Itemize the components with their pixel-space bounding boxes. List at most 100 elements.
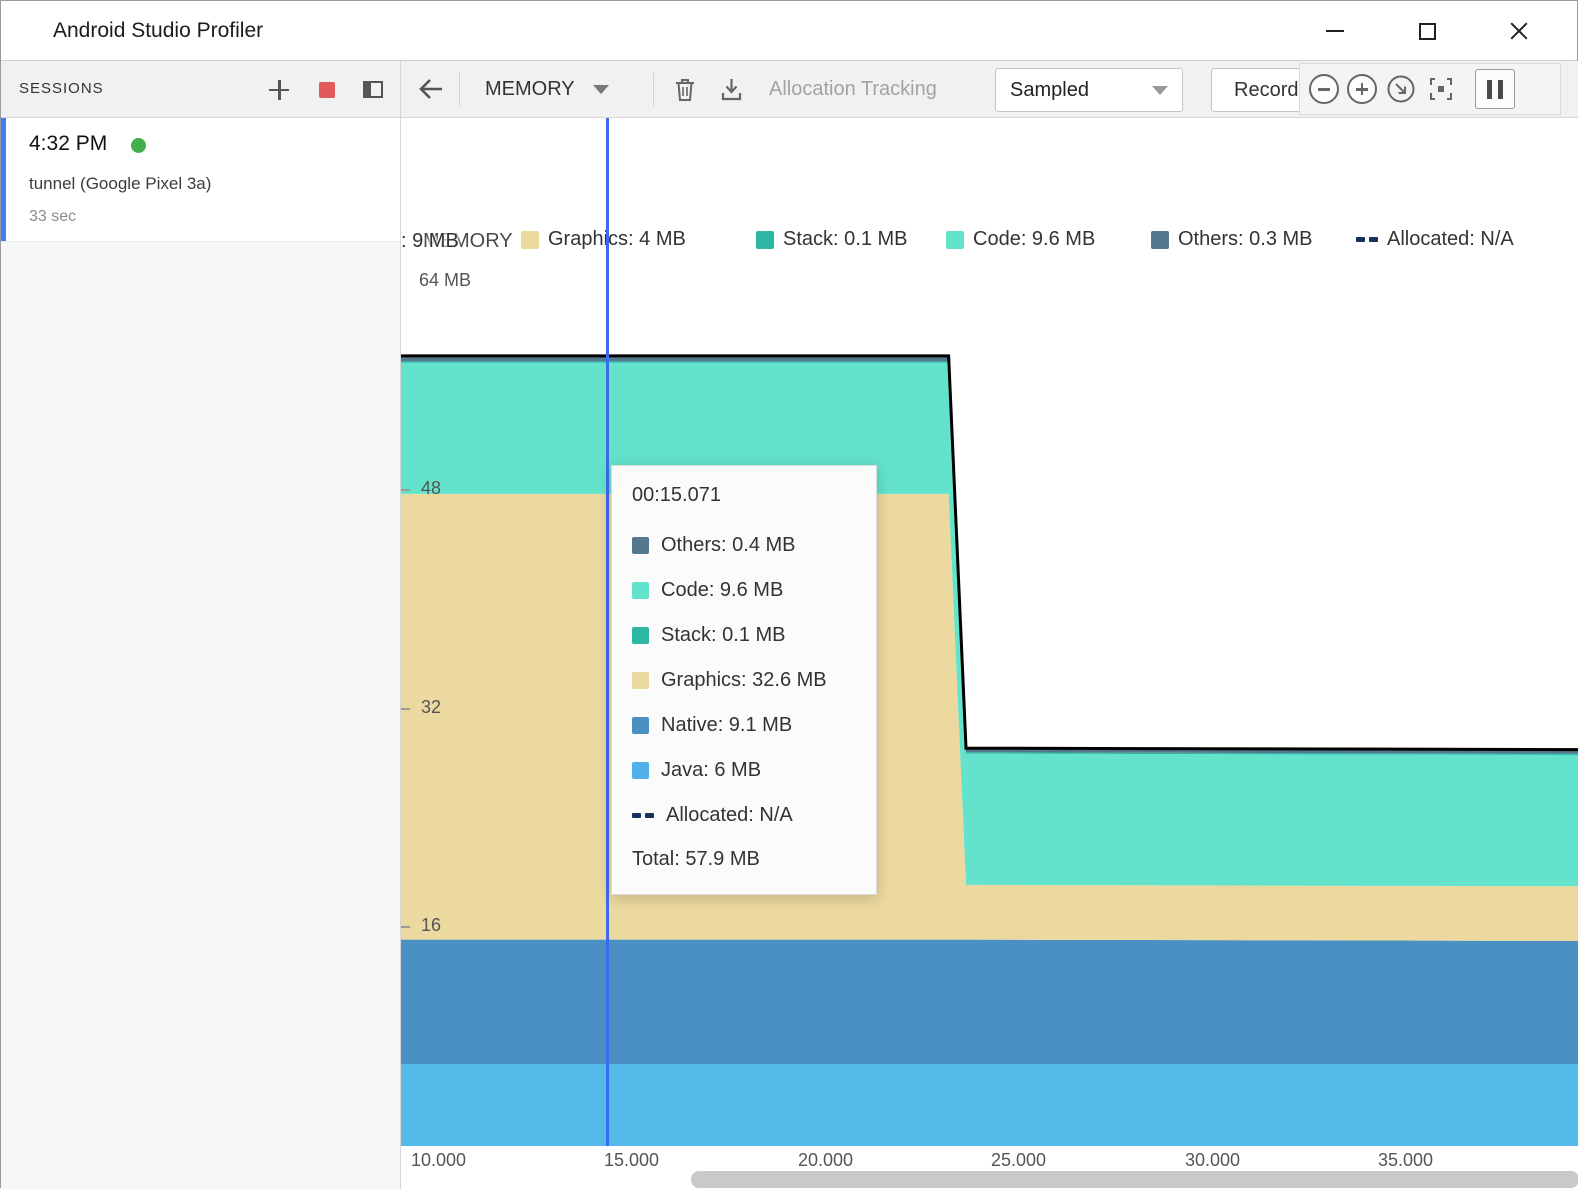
tooltip-label: Native: 9.1 MB	[661, 714, 792, 737]
tooltip-label: Java: 6 MB	[661, 759, 761, 782]
delete-button[interactable]	[663, 69, 707, 109]
back-arrow-icon	[416, 75, 446, 103]
reset-zoom-icon	[1386, 74, 1416, 104]
zoom-in-button[interactable]	[1347, 74, 1377, 104]
area-native	[401, 940, 1578, 1064]
x-tick-label: 25.000	[991, 1150, 1046, 1171]
y-tick-label-48: 48	[421, 478, 441, 499]
tooltip-row-java: Java: 6 MB	[632, 748, 856, 793]
session-device: tunnel (Google Pixel 3a)	[29, 174, 211, 194]
legend-item-allocated[interactable]: Allocated: N/A	[1356, 228, 1514, 251]
tooltip-timestamp: 00:15.071	[632, 484, 856, 507]
stack-swatch	[756, 231, 774, 249]
allocated-dash-icon	[632, 813, 654, 818]
maximize-icon	[1419, 23, 1436, 40]
tooltip-label: Code: 9.6 MB	[661, 579, 783, 602]
x-tick-label: 30.000	[1185, 1150, 1240, 1171]
collapse-panel-button[interactable]	[353, 61, 393, 118]
session-duration: 33 sec	[29, 208, 76, 226]
java-swatch	[632, 762, 649, 779]
legend-item-graphics[interactable]: Graphics: 4 MB	[521, 228, 686, 251]
add-session-button[interactable]	[259, 61, 299, 118]
tooltip-label: Graphics: 32.6 MB	[661, 669, 827, 692]
tooltip-label: Allocated: N/A	[666, 804, 793, 827]
session-entry[interactable]: 4:32 PM tunnel (Google Pixel 3a) 33 sec	[1, 118, 400, 242]
code-swatch	[946, 231, 964, 249]
memory-chart-panel: MEMORY : 9 MB Graphics: 4 MB Stack: 0.1 …	[401, 118, 1578, 1189]
legend-clipped-fragment: : 9 MB	[401, 230, 459, 253]
panel-icon	[363, 81, 383, 98]
chart-tooltip: 00:15.071 Others: 0.4 MB Code: 9.6 MB St…	[611, 465, 877, 895]
pause-icon	[1487, 80, 1492, 99]
x-tick-label: 35.000	[1378, 1150, 1433, 1171]
chevron-down-icon	[1152, 86, 1168, 95]
live-session-dot	[131, 138, 146, 153]
legend-item-code[interactable]: Code: 9.6 MB	[946, 228, 1095, 251]
y-tick-label-16: 16	[421, 915, 441, 936]
chevron-down-icon	[593, 85, 609, 94]
graphics-swatch	[632, 672, 649, 689]
toolbar-divider	[459, 73, 460, 106]
legend-label: Code: 9.6 MB	[973, 228, 1095, 251]
back-button[interactable]	[409, 69, 453, 109]
legend-item-others[interactable]: Others: 0.3 MB	[1151, 228, 1313, 251]
minimize-button[interactable]	[1309, 5, 1361, 57]
sessions-header: SESSIONS	[1, 61, 400, 118]
pause-live-button[interactable]	[1475, 69, 1515, 109]
tooltip-row-others: Others: 0.4 MB	[632, 523, 856, 568]
x-tick-label: 15.000	[604, 1150, 659, 1171]
y-axis-max-label: 64 MB	[419, 270, 471, 291]
tooltip-row-native: Native: 9.1 MB	[632, 703, 856, 748]
window-title: Android Studio Profiler	[53, 1, 263, 60]
pause-icon	[1498, 80, 1503, 99]
toolbar-divider	[653, 73, 654, 106]
tooltip-row-allocated: Allocated: N/A	[632, 793, 856, 838]
y-tick-label-32: 32	[421, 697, 441, 718]
selection-line[interactable]	[606, 118, 609, 1146]
profiler-toolbar: MEMORY Allocation Tracking Sampled Recor…	[401, 61, 1578, 118]
sessions-title: SESSIONS	[19, 61, 104, 117]
area-java	[401, 1064, 1578, 1146]
maximize-button[interactable]	[1401, 5, 1453, 57]
graphics-swatch	[521, 231, 539, 249]
allocation-tracking-label: Allocation Tracking	[769, 61, 937, 117]
tooltip-row-code: Code: 9.6 MB	[632, 568, 856, 613]
stop-icon	[319, 82, 335, 98]
sampling-mode-dropdown[interactable]: Sampled	[995, 68, 1183, 112]
zoom-out-button[interactable]	[1309, 74, 1339, 104]
legend-item-stack[interactable]: Stack: 0.1 MB	[756, 228, 908, 251]
android-studio-profiler-window: { "window": { "title": "Android Studio P…	[0, 0, 1578, 1188]
zoom-controls	[1299, 63, 1561, 115]
stop-session-button[interactable]	[307, 61, 347, 118]
y-tick-mark	[401, 489, 410, 491]
x-axis: 10.000 15.000 20.000 25.000 30.000 35.00…	[401, 1146, 1578, 1189]
reset-zoom-button[interactable]	[1385, 73, 1417, 105]
titlebar: Android Studio Profiler	[1, 1, 1577, 61]
close-button[interactable]	[1493, 5, 1545, 57]
frame-selection-icon	[1426, 74, 1456, 104]
memory-stacked-area-chart[interactable]	[401, 118, 1578, 1146]
plus-icon	[269, 80, 289, 100]
y-tick-mark	[401, 708, 410, 710]
horizontal-scrollbar-thumb[interactable]	[691, 1171, 1578, 1188]
capture-export-button[interactable]	[709, 69, 753, 109]
tooltip-label: Stack: 0.1 MB	[661, 624, 786, 647]
profiler-type-label: MEMORY	[485, 78, 575, 101]
zoom-to-selection-button[interactable]	[1425, 73, 1457, 105]
x-tick-label: 20.000	[798, 1150, 853, 1171]
code-swatch	[632, 582, 649, 599]
legend-label: Others: 0.3 MB	[1178, 228, 1313, 251]
others-swatch	[1151, 231, 1169, 249]
y-tick-mark	[401, 926, 410, 928]
export-icon	[719, 76, 744, 103]
legend-label: Graphics: 4 MB	[548, 228, 686, 251]
legend-label: Allocated: N/A	[1387, 228, 1514, 251]
native-swatch	[632, 717, 649, 734]
tooltip-label: Others: 0.4 MB	[661, 534, 796, 557]
sessions-panel: SESSIONS 4:32 PM tunnel (Google Pixel 3a…	[1, 61, 401, 1189]
tooltip-total: Total: 57.9 MB	[632, 838, 856, 880]
allocated-dash-icon	[1356, 237, 1378, 242]
session-selected-accent	[1, 118, 6, 241]
profiler-type-dropdown[interactable]: MEMORY	[467, 61, 627, 118]
legend-label: Stack: 0.1 MB	[783, 228, 908, 251]
